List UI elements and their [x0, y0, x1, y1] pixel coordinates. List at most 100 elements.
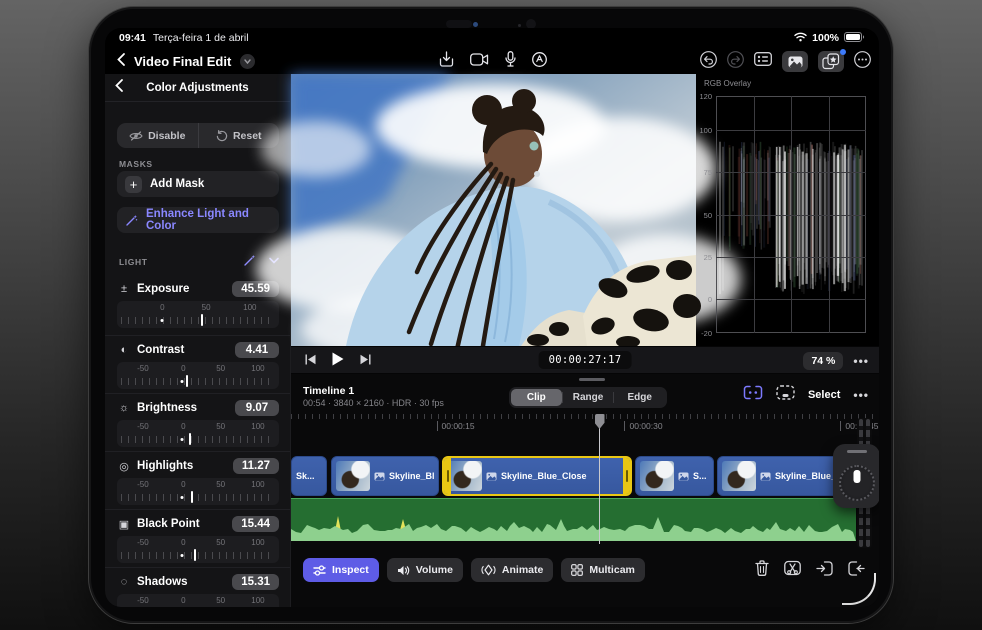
record-video-icon[interactable] [470, 52, 489, 71]
slider-value[interactable]: 4.41 [235, 342, 279, 358]
multicam-icon [571, 564, 584, 576]
skip-back-button[interactable] [305, 352, 316, 370]
mode-clip-button[interactable]: Clip [511, 389, 562, 406]
trim-handle-right[interactable] [623, 458, 630, 494]
jog-dial[interactable] [838, 465, 875, 501]
media-browser-button[interactable] [782, 51, 808, 72]
skip-forward-button[interactable] [360, 352, 371, 370]
ruler-tick-label: 100 [251, 538, 265, 547]
ruler-tick-label: 50 [216, 538, 226, 547]
slider-value[interactable]: 15.31 [232, 574, 279, 590]
ruler-tick-label: 0 [181, 364, 186, 373]
slider-value[interactable]: 11.27 [232, 458, 279, 474]
mode-range-button[interactable]: Range [563, 389, 614, 406]
animate-button[interactable]: Animate [470, 558, 554, 582]
undo-icon[interactable] [700, 50, 717, 73]
timeline-clip[interactable]: S... [635, 456, 714, 496]
clip-name: S... [693, 471, 707, 481]
video-preview[interactable] [256, 74, 741, 364]
mode-edge-button[interactable]: Edge [614, 389, 665, 406]
timeline-overview-icon[interactable] [776, 385, 795, 405]
clip-media-icon [374, 472, 385, 481]
light-sliders-list: ± Exposure 45.59 -50050100 ◐ Contrast 4.… [105, 275, 290, 607]
back-icon[interactable] [117, 52, 125, 71]
slider-cursor[interactable] [193, 549, 196, 561]
edit-mode-segmented: Clip Range Edge [509, 387, 667, 408]
slider-ruler[interactable]: -50050100 [117, 420, 279, 447]
effects-button[interactable] [818, 49, 846, 72]
timeline-clip[interactable]: Skyline_Blue_Wide [331, 456, 439, 496]
slider-icon: ± [120, 283, 128, 295]
timeline-clip[interactable]: Skyline_Blue_Close [442, 456, 632, 496]
ruler-tick-label: 50 [216, 480, 226, 489]
scope-axis-label: 75 [703, 168, 712, 178]
scope-title: RGB Overlay [704, 79, 752, 88]
panel-back-icon[interactable] [115, 78, 123, 97]
jog-grip[interactable] [846, 450, 867, 453]
ruler-tick-label: 50 [216, 422, 226, 431]
slider-cursor[interactable] [190, 491, 193, 503]
ruler-tick-label: -50 [137, 364, 149, 373]
delete-icon[interactable] [755, 560, 769, 581]
volume-icon [397, 565, 410, 575]
project-menu-button[interactable] [240, 54, 256, 69]
app-toolbar: Video Final Edit [105, 48, 879, 75]
clip-name: Skyline_Blue_Wide [389, 471, 434, 481]
eye-off-icon [129, 130, 143, 141]
select-button[interactable]: Select [808, 389, 840, 401]
clock: 09:41 [119, 32, 146, 44]
connect-icon[interactable] [848, 560, 865, 581]
slider-ruler[interactable]: -50050100 [117, 301, 279, 328]
split-icon[interactable] [784, 560, 801, 581]
bezel-sensor [446, 20, 472, 28]
ruler-tick-label: 50 [216, 596, 226, 605]
zoom-level-button[interactable]: 74 % [803, 352, 844, 370]
slider-icon: ◎ [119, 460, 129, 473]
redo-icon[interactable] [727, 50, 744, 73]
slider-cursor[interactable] [201, 314, 204, 326]
viewer-more-button[interactable]: ••• [853, 354, 869, 368]
disable-button[interactable]: Disable [117, 123, 198, 148]
audio-track[interactable] [291, 498, 856, 541]
annotate-icon[interactable] [532, 51, 547, 72]
battery-icon [844, 31, 865, 45]
ruler-tick-label: -50 [137, 538, 149, 547]
slider-value[interactable]: 9.07 [235, 400, 279, 416]
play-button[interactable] [332, 352, 344, 371]
record-audio-icon[interactable] [505, 51, 516, 72]
more-icon[interactable] [854, 50, 871, 73]
timeline-clip[interactable]: Sk... [291, 456, 327, 496]
clip-name: Skyline_Blue_Close [501, 471, 587, 481]
camera-indicator [473, 22, 478, 27]
slider-ruler[interactable]: -50050100 [117, 362, 279, 389]
inspect-button[interactable]: Inspect [303, 558, 379, 582]
multicam-button[interactable]: Multicam [561, 558, 645, 582]
slider-ruler[interactable]: -50050100 [117, 478, 279, 505]
slider-cursor[interactable] [189, 433, 192, 445]
jog-wheel[interactable] [833, 444, 879, 508]
slider-ruler[interactable]: -50050100 [117, 536, 279, 563]
jog-pointer [853, 470, 860, 483]
bezel-dot [518, 24, 521, 27]
snapping-icon[interactable] [743, 385, 763, 405]
panel-title: Color Adjustments [146, 81, 249, 94]
slider-value[interactable]: 15.44 [232, 516, 279, 532]
battery-percent: 100% [812, 32, 839, 44]
trim-handle-left[interactable] [444, 458, 451, 494]
timeline-more-button[interactable]: ••• [853, 388, 869, 402]
add-mask-button[interactable]: + Add Mask [117, 171, 279, 197]
insert-icon[interactable] [816, 560, 833, 581]
enhance-light-color-button[interactable]: Enhance Light and Color [117, 207, 279, 233]
slider-cursor[interactable] [186, 375, 189, 387]
timeline-resize-handle[interactable] [579, 378, 605, 381]
status-bar: 09:41 Terça-feira 1 de abril 100% [105, 28, 879, 48]
rgb-overlay-scope: RGB Overlay 120 100 75 50 25 0 -20 [696, 74, 879, 346]
ipad-device: 09:41 Terça-feira 1 de abril 100% Video … [88, 6, 894, 624]
timeline-ruler[interactable]: 00:00:1500:00:3000:00:45 [291, 414, 879, 434]
slider-ruler[interactable]: -50050100 [117, 594, 279, 607]
volume-button[interactable]: Volume [386, 558, 463, 582]
scope-axis-label: -20 [701, 329, 712, 338]
inspector-panel-icon[interactable] [754, 52, 772, 71]
import-icon[interactable] [439, 51, 454, 72]
ruler-tick-label: 0 [181, 422, 186, 431]
